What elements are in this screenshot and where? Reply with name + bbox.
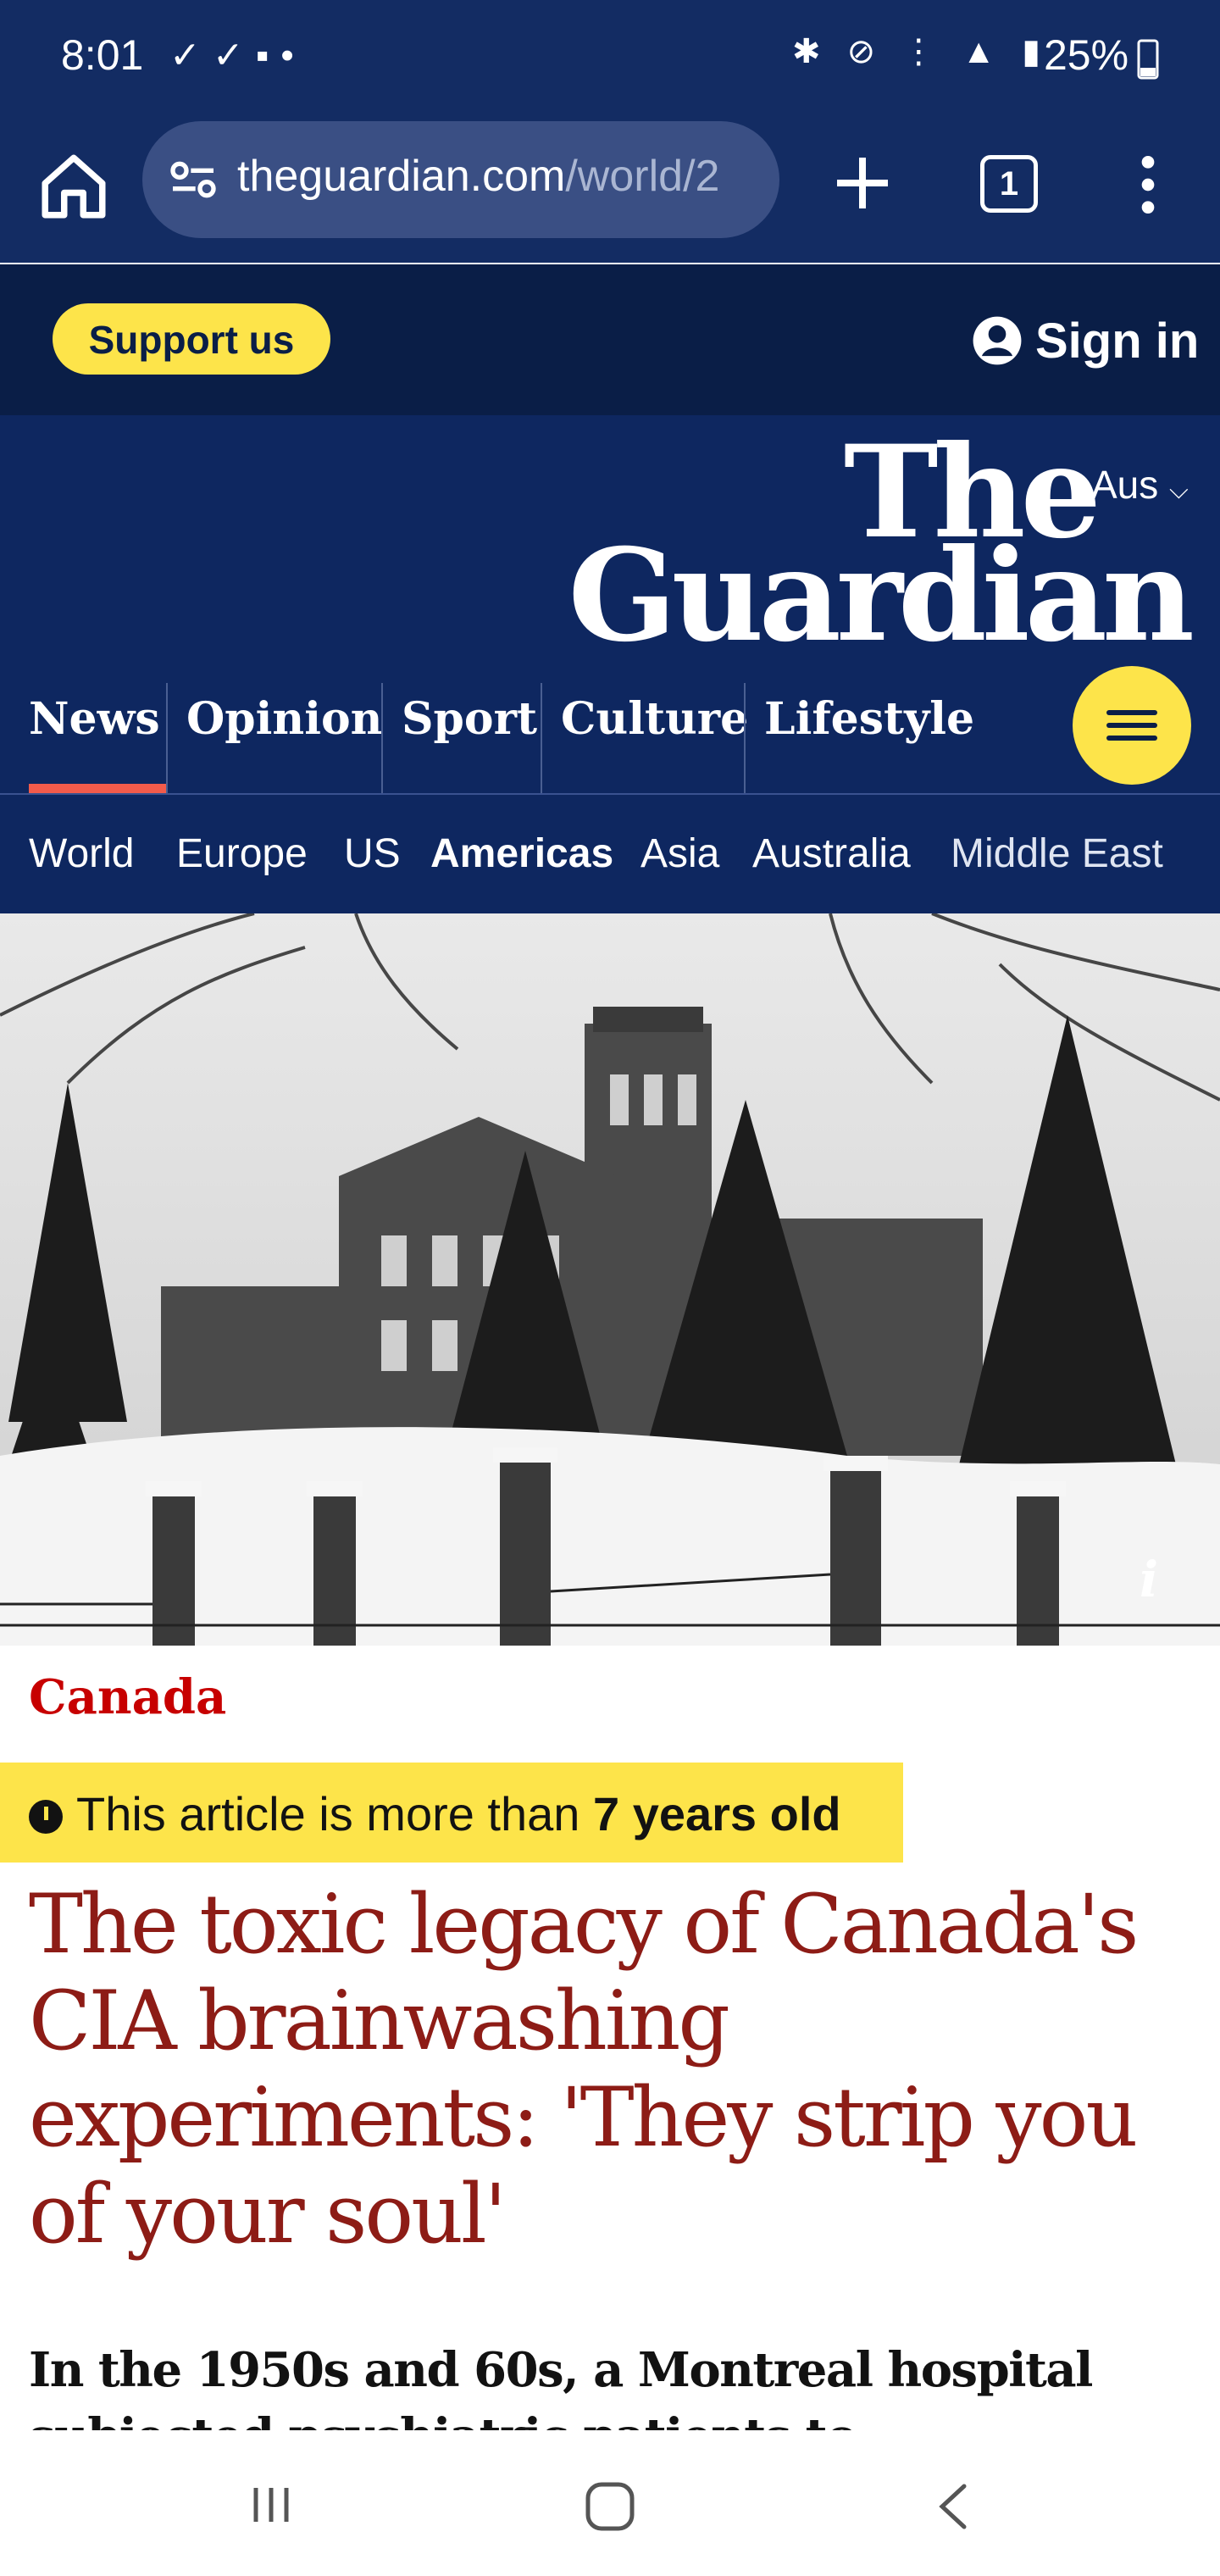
guardian-logo[interactable]: The Guardian: [568, 429, 1195, 670]
support-us-button[interactable]: Support us: [53, 303, 330, 375]
age-notice-bold: 7 years old: [592, 1787, 841, 1840]
hero-image: [0, 913, 1220, 1646]
info-icon[interactable]: i: [1140, 1551, 1158, 1608]
subnav-americas[interactable]: Americas: [430, 830, 613, 877]
recent-apps-icon[interactable]: [246, 2479, 297, 2530]
main-menu-button[interactable]: [1073, 666, 1191, 785]
logo-line-2: Guardian: [568, 521, 1195, 670]
url-text[interactable]: theguardian.com/world/2: [237, 151, 762, 202]
more-menu-icon[interactable]: [1127, 151, 1169, 219]
pillar-sport[interactable]: Sport: [381, 683, 537, 793]
pillar-culture[interactable]: Culture: [541, 683, 748, 793]
system-icons: ✱ ⊘ ⋮ ▲ ▮: [792, 33, 1050, 70]
system-nav-bar: [0, 2437, 1220, 2576]
tab-switcher-button[interactable]: 1: [980, 155, 1038, 213]
home-nav-icon[interactable]: [583, 2479, 637, 2534]
pillar-news[interactable]: News: [0, 683, 160, 793]
age-notice-text: This article is more than 7 years old: [76, 1786, 841, 1841]
home-icon[interactable]: [36, 148, 112, 225]
pillar-nav: News Opinion Sport Culture Lifestyle: [0, 683, 1051, 793]
sign-in-label: Sign in: [1035, 313, 1200, 369]
subnav-us[interactable]: US: [344, 830, 401, 877]
subnav-europe[interactable]: Europe: [176, 830, 308, 877]
age-notice-prefix: This article is more than: [76, 1787, 593, 1840]
url-domain: theguardian.com: [237, 152, 566, 201]
sign-in-link[interactable]: Sign in: [971, 305, 1199, 376]
new-tab-icon[interactable]: [829, 149, 896, 217]
status-time: 8:01: [61, 31, 144, 79]
subnav-world[interactable]: World: [29, 830, 134, 877]
subnav-australia[interactable]: Australia: [752, 830, 911, 877]
section-label[interactable]: Canada: [29, 1669, 226, 1725]
account-icon: [973, 316, 1022, 365]
battery-icon: [1137, 39, 1159, 80]
site-settings-icon[interactable]: [166, 153, 220, 207]
back-icon[interactable]: [932, 2479, 974, 2534]
tab-count: 1: [999, 165, 1019, 203]
subnav-asia[interactable]: Asia: [640, 830, 719, 877]
battery-level: 25%: [1044, 31, 1129, 79]
notification-icons: ✓✓▪•: [169, 35, 306, 76]
pillar-opinion[interactable]: Opinion: [166, 683, 382, 793]
clock-icon: [29, 1800, 63, 1834]
article-standfirst: In the 1950s and 60s, a Montreal hospita…: [29, 2342, 1093, 2430]
url-path: /world/2: [565, 152, 720, 201]
hamburger-icon: [1106, 710, 1157, 741]
hero-photo: [0, 913, 1220, 1646]
status-bar: 8:01 ✓✓▪• ✱ ⊘ ⋮ ▲ ▮ 25%: [0, 0, 1220, 114]
article-headline: The toxic legacy of Canada's CIA brainwa…: [29, 1877, 1139, 2262]
subnav-middle-east[interactable]: Middle East: [951, 830, 1205, 877]
pillar-lifestyle[interactable]: Lifestyle: [744, 683, 974, 793]
